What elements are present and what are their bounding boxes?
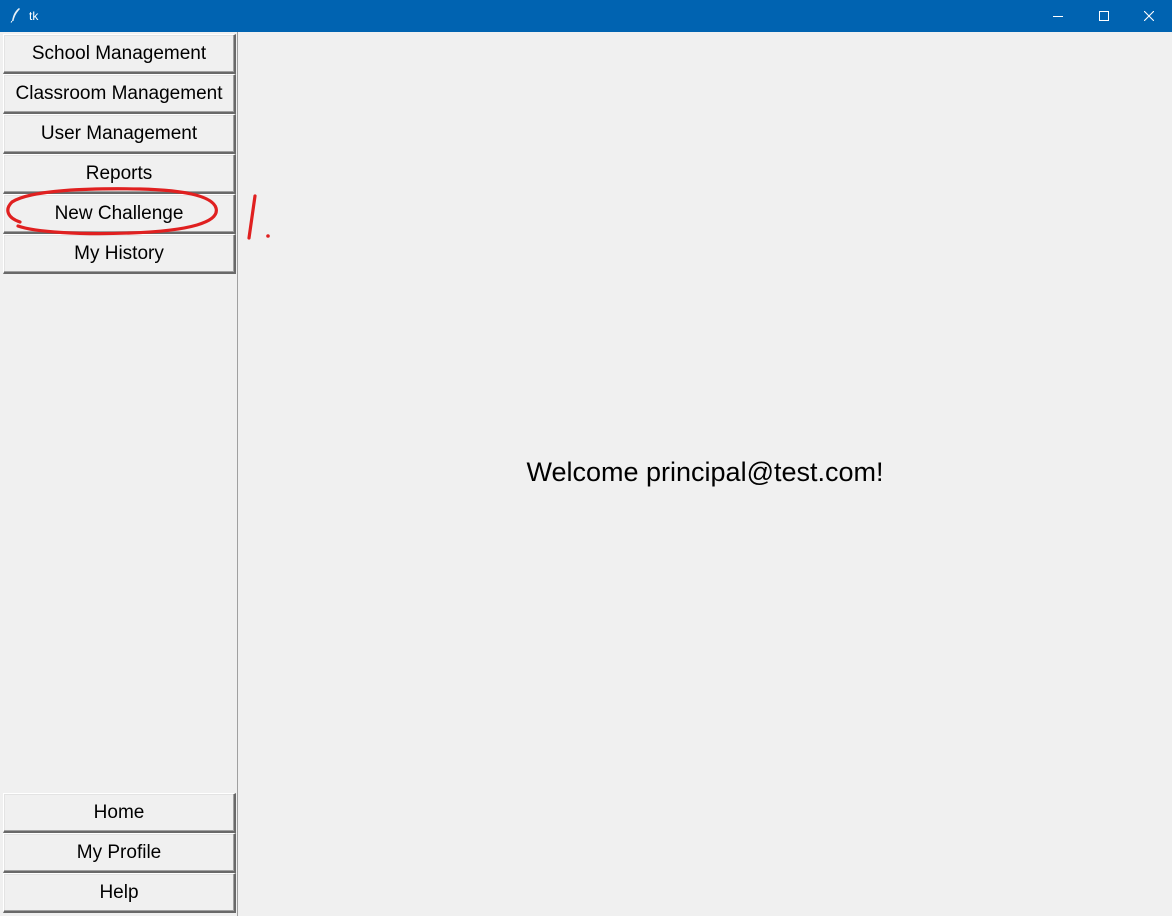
minimize-button[interactable]	[1035, 0, 1081, 32]
welcome-message: Welcome principal@test.com!	[526, 457, 884, 487]
app-window: tk School Management Classroom Managemen…	[0, 0, 1172, 916]
close-button[interactable]	[1126, 0, 1172, 32]
school-management-button[interactable]: School Management	[3, 34, 236, 74]
reports-button[interactable]: Reports	[3, 154, 236, 194]
new-challenge-button[interactable]: New Challenge	[3, 194, 236, 234]
home-button[interactable]: Home	[3, 793, 236, 833]
my-history-button[interactable]: My History	[3, 234, 236, 274]
my-profile-button[interactable]: My Profile	[3, 833, 236, 873]
user-management-button[interactable]: User Management	[3, 114, 236, 154]
window-title: tk	[29, 9, 39, 23]
sidebar: School Management Classroom Management U…	[0, 32, 238, 916]
main-content: Welcome principal@test.com!	[238, 32, 1172, 916]
maximize-button[interactable]	[1081, 0, 1127, 32]
tk-feather-icon	[9, 7, 23, 23]
help-button[interactable]: Help	[3, 873, 236, 913]
classroom-management-button[interactable]: Classroom Management	[3, 74, 236, 114]
close-icon	[1144, 11, 1154, 21]
minimize-icon	[1053, 16, 1063, 17]
title-bar[interactable]: tk	[0, 0, 1172, 32]
maximize-icon	[1099, 11, 1109, 21]
